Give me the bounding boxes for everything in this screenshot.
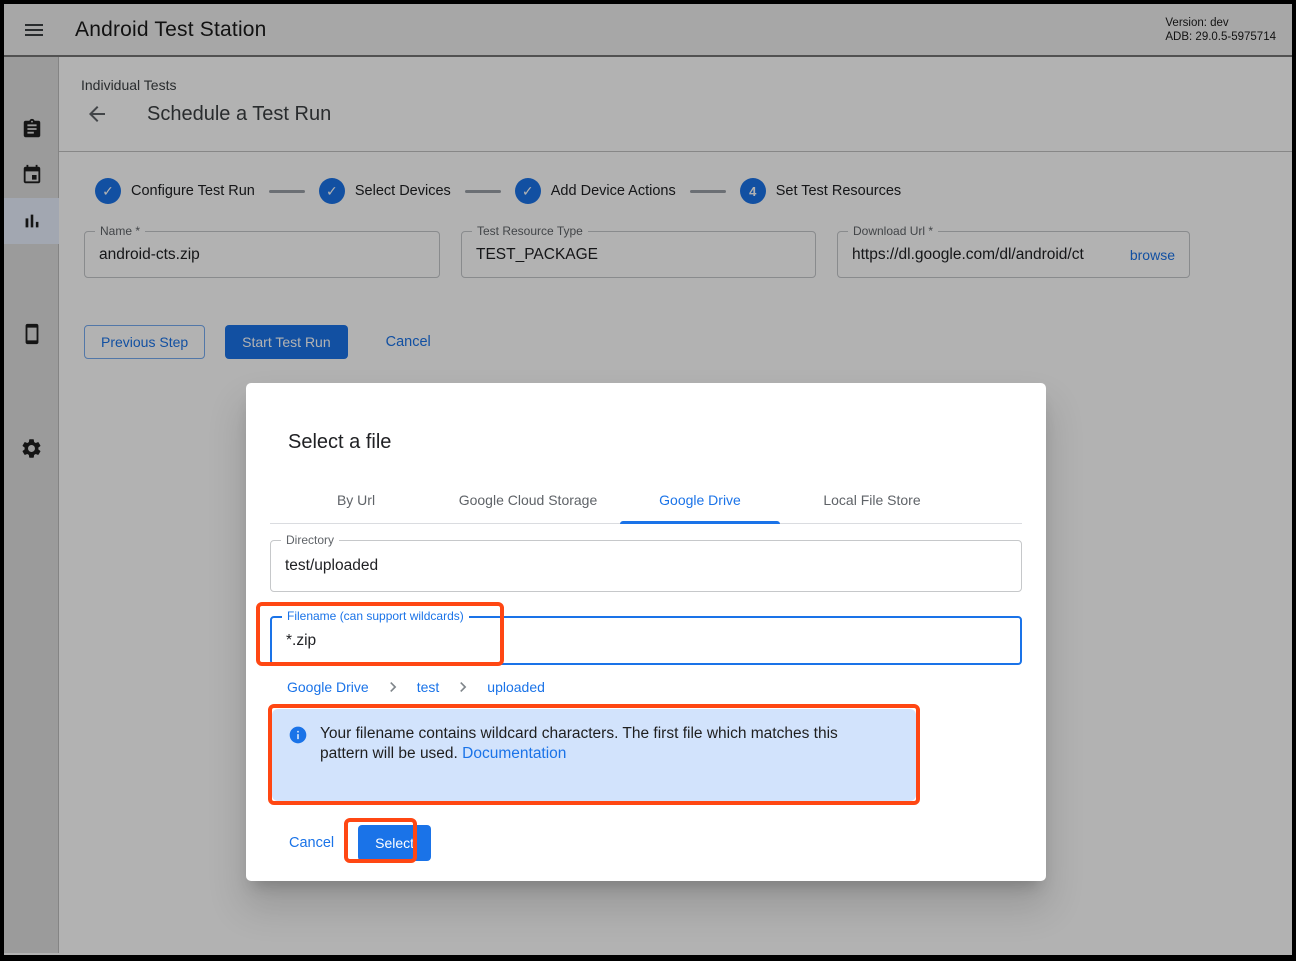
dialog-select-button[interactable]: Select <box>358 825 431 861</box>
select-file-dialog: Select a file By Url Google Cloud Storag… <box>246 383 1046 881</box>
breadcrumb-google-drive[interactable]: Google Drive <box>287 679 369 695</box>
tab-google-cloud-storage[interactable]: Google Cloud Storage <box>442 477 614 523</box>
tab-local-file-store[interactable]: Local File Store <box>786 477 958 523</box>
file-breadcrumb: Google Drive test uploaded <box>287 677 1022 697</box>
info-icon <box>288 725 308 745</box>
chevron-right-icon <box>383 677 403 697</box>
app-window: Android Test Station Version: dev ADB: 2… <box>4 4 1292 955</box>
breadcrumb-uploaded[interactable]: uploaded <box>487 679 545 695</box>
dialog-tabs: By Url Google Cloud Storage Google Drive… <box>270 477 1022 524</box>
dialog-actions: Cancel Select <box>285 825 1046 861</box>
filename-input[interactable] <box>272 632 1020 650</box>
screenshot-frame: Android Test Station Version: dev ADB: 2… <box>0 0 1296 961</box>
dialog-cancel-button[interactable]: Cancel <box>285 829 338 857</box>
documentation-link[interactable]: Documentation <box>462 745 566 762</box>
directory-field[interactable]: Directory <box>270 540 1022 592</box>
filename-field-label: Filename (can support wildcards) <box>282 609 469 623</box>
tab-by-url[interactable]: By Url <box>270 477 442 523</box>
wildcard-info-alert: Your filename contains wildcard characte… <box>272 709 916 801</box>
filename-field[interactable]: Filename (can support wildcards) <box>270 616 1022 665</box>
alert-message: Your filename contains wildcard characte… <box>320 724 876 786</box>
dialog-title: Select a file <box>288 429 1004 455</box>
breadcrumb-test[interactable]: test <box>417 679 440 695</box>
chevron-right-icon <box>453 677 473 697</box>
directory-input[interactable] <box>271 557 1021 575</box>
tab-google-drive[interactable]: Google Drive <box>614 477 786 523</box>
alert-text: Your filename contains wildcard characte… <box>320 725 838 762</box>
directory-field-label: Directory <box>281 533 339 547</box>
